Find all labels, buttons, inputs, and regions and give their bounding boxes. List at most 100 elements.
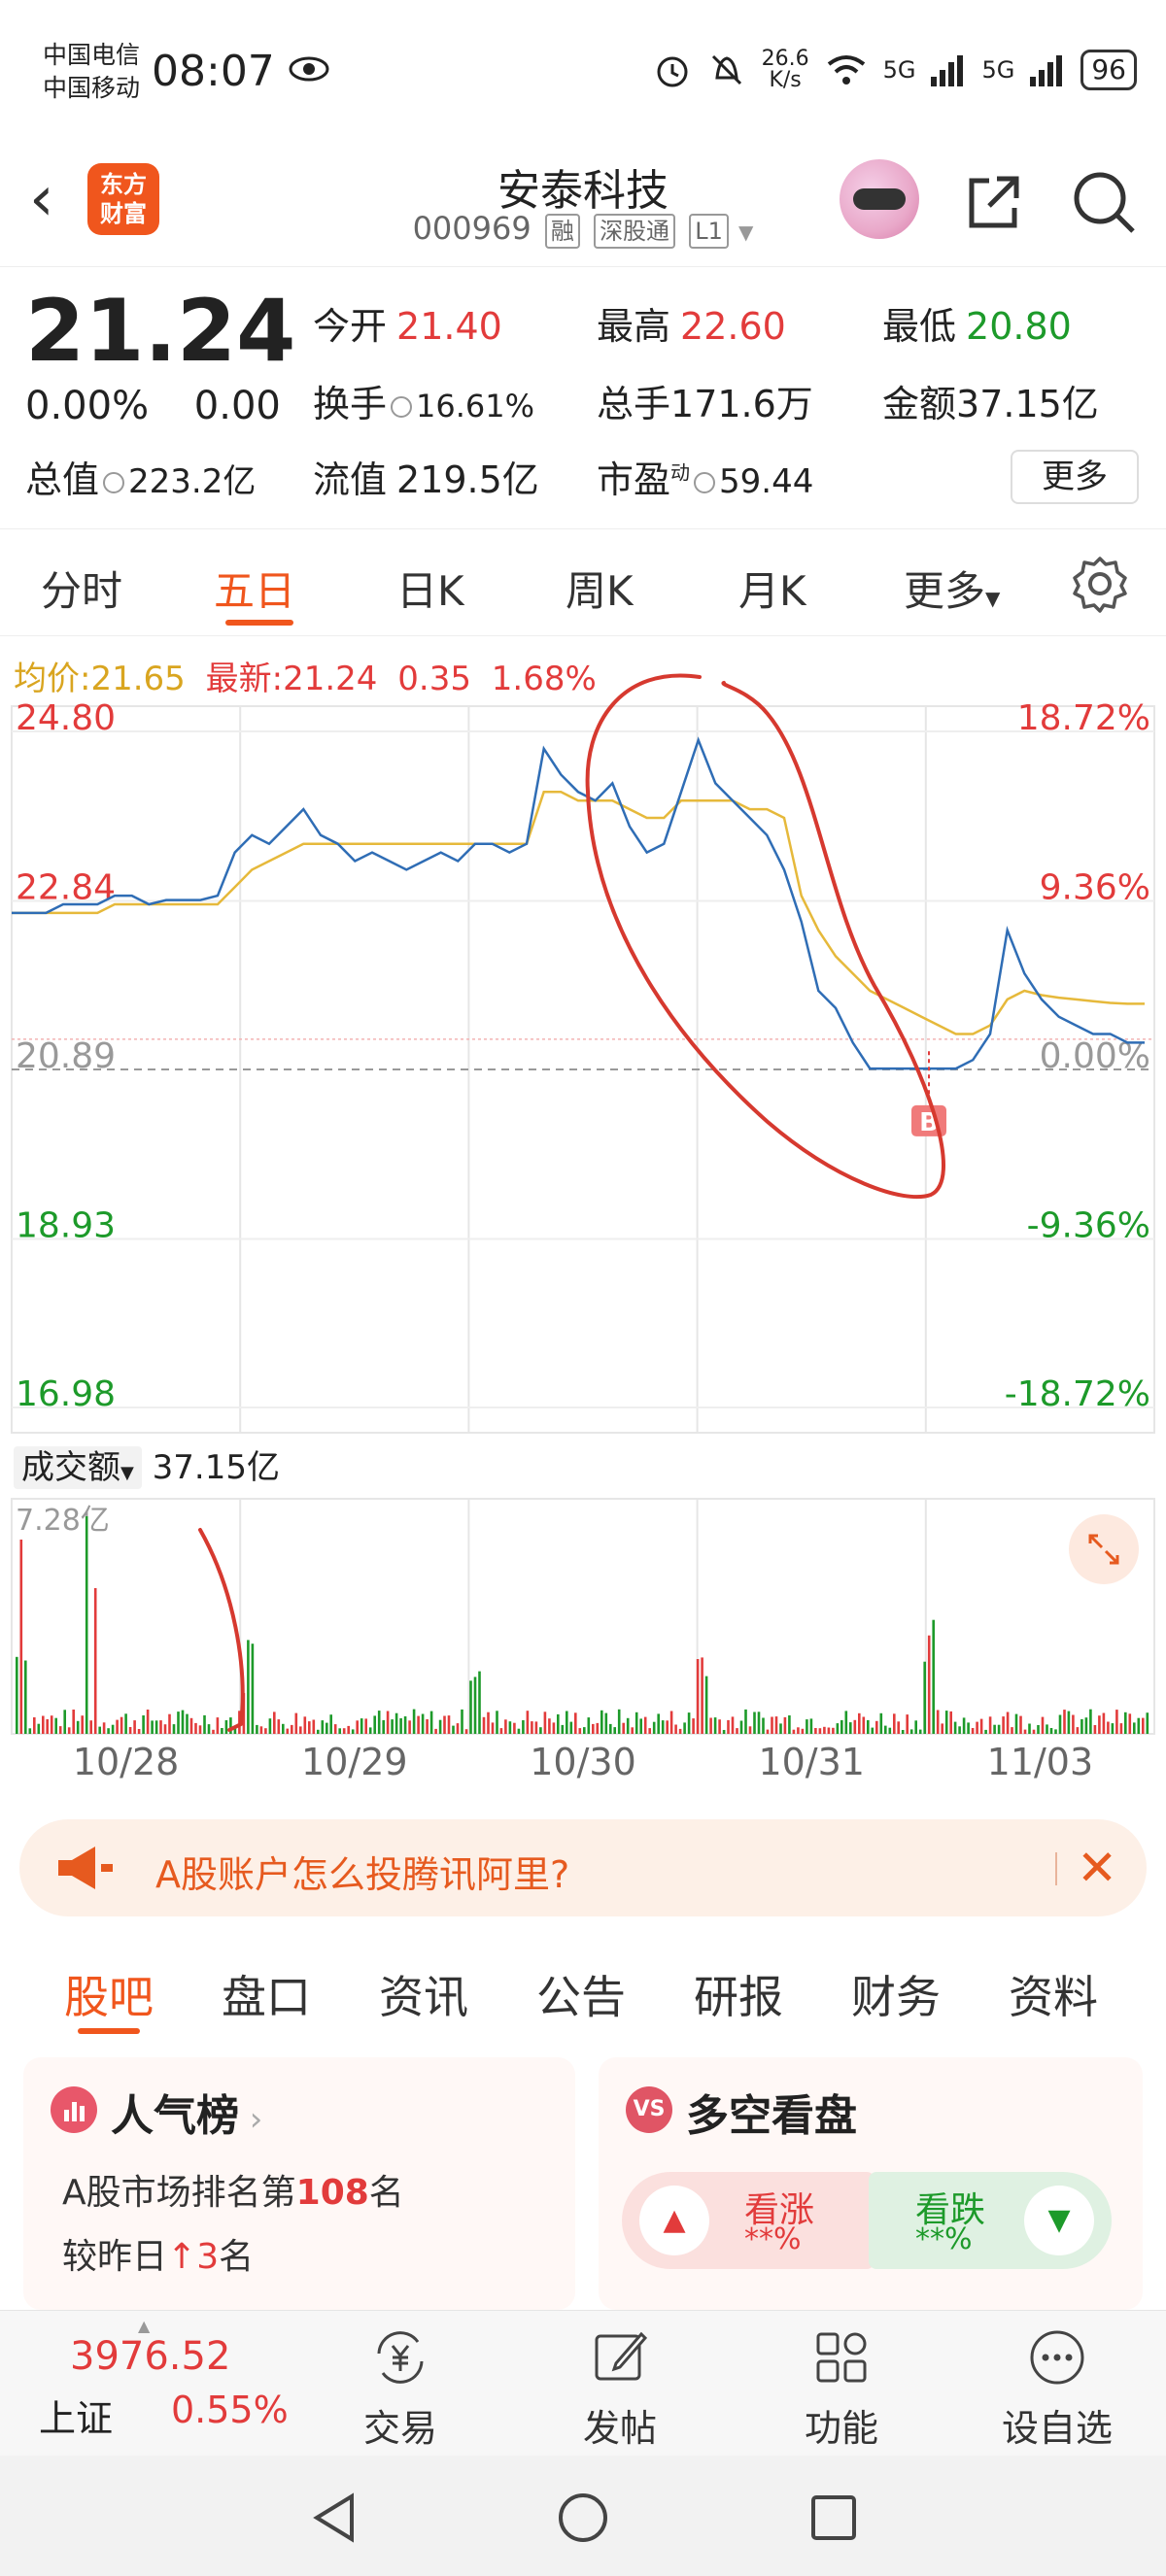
share-icon[interactable] (954, 163, 1032, 241)
volume-bar (434, 1728, 437, 1734)
info-icon[interactable] (103, 471, 125, 493)
volume-bar (142, 1715, 145, 1734)
signal-5g-1: 5G (882, 56, 916, 84)
volume-bar (548, 1718, 551, 1734)
volume-bar (377, 1711, 381, 1734)
volume-bar (617, 1709, 621, 1734)
volume-bar (299, 1726, 302, 1734)
volume-bar (98, 1726, 101, 1734)
tab-weekly-k[interactable]: 周K (566, 559, 634, 618)
more-dots-icon (1030, 2330, 1084, 2385)
sentiment-card[interactable]: VS 多空看盘 ▲ 看涨 **% 看跌 **% ▼ (599, 2057, 1143, 2310)
volume-bar (927, 1635, 931, 1734)
nav-add-watchlist[interactable]: 设自选 (989, 2326, 1125, 2452)
tab-announcements[interactable]: 公告 (536, 1962, 626, 2026)
tab-five-day[interactable]: 五日 (214, 559, 295, 618)
triangle-up-icon: ▲ (639, 2186, 709, 2255)
volume-bar (128, 1727, 132, 1734)
volume-bar (801, 1728, 805, 1734)
volume-bar (124, 1713, 127, 1734)
volume-bar (648, 1728, 651, 1734)
volume-bar (936, 1710, 940, 1734)
high-price: 最高 22.60 (597, 305, 786, 348)
tab-financials[interactable]: 财务 (851, 1962, 941, 2026)
volume-bar (1032, 1729, 1036, 1734)
volume-bar (504, 1719, 507, 1734)
volume-bar (587, 1717, 591, 1734)
tab-monthly-k[interactable]: 月K (738, 559, 806, 618)
info-icon[interactable] (391, 395, 413, 418)
volume-bar (914, 1720, 917, 1734)
market-cap: 总值 223.2亿 (25, 458, 257, 501)
volume-bar (849, 1722, 852, 1734)
volume-bar (984, 1729, 987, 1734)
info-icon[interactable] (694, 471, 716, 493)
market-rank: A股市场排名第108名 (62, 2173, 404, 2213)
volume-bar (1133, 1722, 1136, 1734)
x-tick-label: 10/28 (73, 1741, 180, 1782)
tab-intraday[interactable]: 分时 (41, 559, 122, 618)
volume-bar (1142, 1717, 1145, 1734)
volume-bar (264, 1728, 267, 1734)
volume-bar (102, 1722, 106, 1734)
expand-icon[interactable] (1069, 1514, 1139, 1584)
status-bar: 中国电信 中国移动 08:07 26.6 K/s 5G 5G 96 (0, 0, 1166, 146)
volume-bar (277, 1719, 281, 1734)
nav-post[interactable]: 发帖 (552, 2326, 688, 2452)
volume-bar (871, 1727, 874, 1734)
home-circle-icon[interactable] (556, 2491, 610, 2545)
ad-banner[interactable]: A股账户怎么投腾讯阿里? ✕ (19, 1819, 1147, 1916)
chart-canvas[interactable]: 24.80 18.72%22.84 9.36%20.89 0.00%18.93 -9.3… (0, 636, 1166, 1782)
volume-bar (54, 1717, 57, 1734)
caret-up-icon: ▲ (138, 2317, 151, 2335)
triangle-down-icon: ▼ (1024, 2186, 1094, 2255)
volume-bar (33, 1717, 36, 1734)
volume-bar (643, 1716, 647, 1734)
tab-guba[interactable]: 股吧 (64, 1962, 154, 2026)
back-triangle-icon[interactable] (309, 2491, 360, 2545)
tab-research[interactable]: 研报 (694, 1962, 783, 2026)
volume-bar (692, 1718, 695, 1734)
volume-bar (107, 1728, 110, 1734)
y-tick-left: 16.98 (16, 1374, 116, 1414)
mute-icon (711, 54, 741, 85)
volume-bar (207, 1724, 211, 1734)
nav-trade[interactable]: 交易 (332, 2326, 468, 2452)
volume-bar (81, 1715, 84, 1734)
recents-square-icon[interactable] (808, 2492, 859, 2543)
tab-more[interactable]: 更多▼ (904, 559, 1000, 618)
y-tick-left: 24.80 (16, 698, 116, 738)
tab-order-book[interactable]: 盘口 (222, 1962, 311, 2026)
assistant-robot-icon[interactable] (840, 159, 919, 239)
hand-drawn-stroke-annotation (198, 1528, 245, 1732)
volume-bar (286, 1728, 290, 1734)
index-ticker[interactable]: ▲ 3976.52 上证 0.55% (0, 2311, 289, 2457)
nav-functions[interactable]: 功能 (773, 2326, 909, 2452)
volume-bar (342, 1728, 346, 1734)
volume-selector[interactable]: 成交额▼ (14, 1446, 142, 1489)
popularity-card[interactable]: 人气榜 › A股市场排名第108名 较昨日↑3名 (23, 2057, 575, 2310)
tab-news[interactable]: 资讯 (379, 1962, 468, 2026)
settings-gear-icon[interactable] (1071, 555, 1129, 613)
volume-bar (626, 1717, 630, 1734)
volume-bar (1049, 1728, 1053, 1734)
open-price: 今开 21.40 (313, 305, 502, 348)
volume-bar (674, 1724, 677, 1734)
volume-bar (884, 1725, 887, 1734)
bullish-vote[interactable]: ▲ 看涨 **% (622, 2172, 874, 2269)
bearish-vote[interactable]: 看跌 **% ▼ (869, 2172, 1112, 2269)
volume-bar (1006, 1712, 1010, 1734)
volume-bar (552, 1722, 556, 1734)
more-quote-button[interactable]: 更多 (1011, 450, 1139, 504)
change-amount: 0.00 (193, 384, 281, 428)
volume-bar (1028, 1723, 1031, 1734)
tab-profile[interactable]: 资料 (1009, 1962, 1098, 2026)
search-icon[interactable] (1065, 163, 1143, 241)
tab-daily-k[interactable]: 日K (396, 559, 464, 618)
volume-bar (478, 1671, 481, 1734)
close-icon[interactable]: ✕ (1077, 1839, 1117, 1897)
eye-icon (289, 56, 329, 82)
volume-bar (574, 1712, 577, 1734)
volume-bar (347, 1725, 350, 1734)
volume-bar (687, 1712, 691, 1734)
